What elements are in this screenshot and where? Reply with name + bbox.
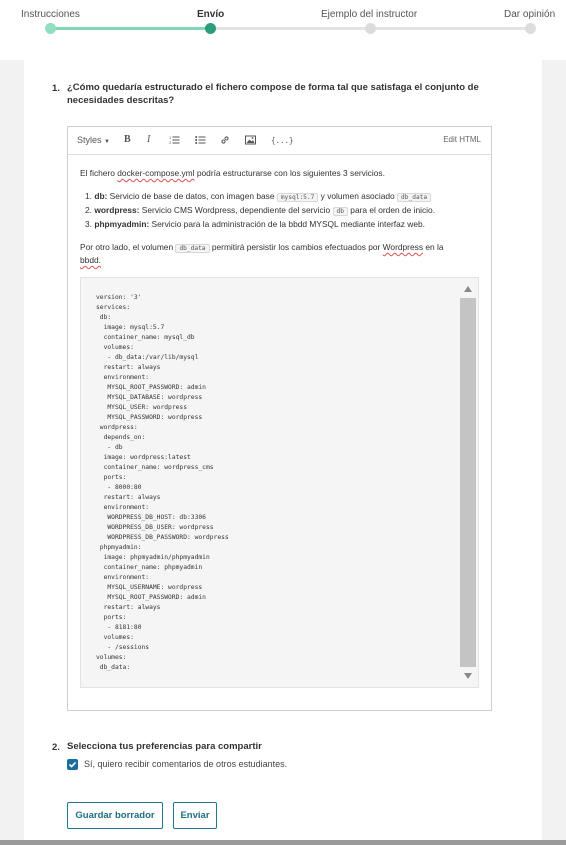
right-gutter [542,60,566,845]
question-2-text: Selecciona tus preferencias para compart… [67,741,262,752]
step-label-instrucciones[interactable]: Instrucciones [21,9,80,20]
answer-editor[interactable]: Styles ▼ B I 12 {...} Edit HTML El fiche… [67,126,492,711]
italic-button[interactable]: I [147,134,150,145]
question-1-text: ¿Cómo quedaría estructurado el fichero c… [67,81,479,107]
question-2-number: 2. [52,742,60,753]
edit-html-link[interactable]: Edit HTML [443,135,481,144]
code-scrollbar[interactable] [460,280,476,685]
progress-track-fill [50,27,210,30]
question-1-number: 1. [52,83,60,94]
bold-button[interactable]: B [124,134,131,145]
volume-paragraph-line2: bbdd. [80,255,101,266]
step-dot-ejemplo[interactable] [365,23,376,34]
volume-line2: bbdd. [80,255,101,265]
step-label-envio[interactable]: Envío [197,9,224,20]
image-icon[interactable] [245,135,256,147]
save-draft-button[interactable]: Guardar borrador [67,802,163,829]
bottom-bar [0,840,566,845]
step-dot-instrucciones[interactable] [45,23,56,34]
styles-label: Styles [77,135,102,145]
service-desc-mid: y volumen asociado [318,191,398,201]
submit-button[interactable]: Enviar [173,802,217,829]
step-dot-envio[interactable] [205,23,216,34]
service-name-wordpress: wordpress: [94,205,140,215]
code-block[interactable]: version: '3' services: db: image: mysql:… [80,277,479,688]
question-1-text-line1: ¿Cómo quedaría estructurado el fichero c… [67,82,479,93]
share-feedback-checkbox[interactable] [67,759,78,770]
left-gutter [0,60,24,845]
service-desc: Servicio de base de datos, con imagen ba… [107,191,277,201]
progress-stepper: Instrucciones Envío Ejemplo del instruct… [0,0,566,60]
intro-post: podría estructurarse con los siguientes … [194,168,385,178]
scroll-down-icon[interactable] [464,673,472,679]
code-chip: mysql:5.7 [276,193,319,202]
checkmark-icon [68,761,77,768]
share-feedback-label[interactable]: Sí, quiero recibir comentarios de otros … [84,759,287,769]
question-1-text-line2: necesidades descritas? [67,95,175,106]
styles-dropdown[interactable]: Styles ▼ [77,135,110,145]
service-desc: Servicio para la administración de la bb… [149,219,425,229]
intro-paragraph: El fichero docker-compose.yml podría est… [80,168,385,179]
volume-post: en la [423,242,444,252]
list-item: 2. wordpress: Servicio CMS Wordpress, de… [85,205,435,217]
step-dot-dar-opinion[interactable] [525,23,536,34]
service-name-db: db: [94,191,108,201]
editor-toolbar: Styles ▼ B I 12 {...} Edit HTML [68,127,491,155]
service-name-phpmyadmin: phpmyadmin: [94,219,150,229]
list-item-number: 3. [85,219,92,229]
svg-text:1: 1 [169,136,171,140]
service-desc-mid: para el orden de inicio. [347,205,436,215]
volume-wordpress: Wordpress [382,242,424,252]
intro-filename: docker-compose.yml [117,168,195,178]
code-block-icon[interactable]: {...} [271,136,294,145]
bullet-list-icon[interactable] [195,135,206,147]
service-desc: Servicio CMS Wordpress, dependiente del … [139,205,333,215]
link-icon[interactable] [220,135,230,147]
code-chip: db_data [397,193,432,202]
list-item-number: 1. [85,191,92,201]
volume-paragraph: Por otro lado, el volumen db_data permit… [80,242,444,254]
svg-text:2: 2 [169,141,171,145]
scroll-up-icon[interactable] [464,286,472,292]
list-item: 3. phpmyadmin: Servicio para la administ… [85,219,425,230]
list-item: 1. db: Servicio de base de datos, con im… [85,191,432,203]
intro-pre: El fichero [80,168,118,178]
compose-code: version: '3' services: db: image: mysql:… [96,294,229,671]
volume-mid: permitirá persistir los cambios efectuad… [209,242,383,252]
step-label-dar-opinion[interactable]: Dar opinión [504,9,555,20]
scroll-thumb[interactable] [460,298,476,667]
code-chip: db [332,207,348,216]
code-chip: db_data [175,244,210,253]
list-item-number: 2. [85,205,92,215]
volume-pre: Por otro lado, el volumen [80,242,176,252]
step-label-ejemplo[interactable]: Ejemplo del instructor [321,9,417,20]
chevron-down-icon: ▼ [104,139,110,145]
numbered-list-icon[interactable]: 12 [169,135,180,147]
